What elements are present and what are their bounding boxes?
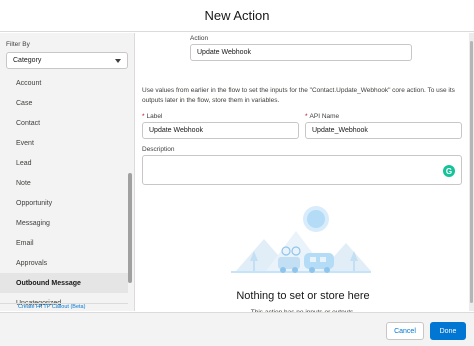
empty-state-title: Nothing to set or store here xyxy=(236,290,370,302)
action-config-panel: Action Update Webhook Use values from ea… xyxy=(136,33,470,316)
api-name-field-label-text: API Name xyxy=(309,113,340,120)
camper-icon xyxy=(304,253,334,269)
left-scrollbar[interactable] xyxy=(128,173,132,283)
car-icon xyxy=(278,257,300,269)
chevron-down-icon xyxy=(115,59,121,63)
filter-panel: Filter By Category Account Case Contact … xyxy=(0,33,135,311)
required-mark: * xyxy=(142,113,145,120)
category-select-value: Category xyxy=(13,57,42,64)
api-name-input-value: Update_Webhook xyxy=(312,127,368,134)
label-input[interactable]: Update Webhook xyxy=(142,122,299,139)
right-scrollbar[interactable] xyxy=(469,33,474,311)
category-item-note[interactable]: Note xyxy=(0,173,128,193)
action-input-value: Update Webhook xyxy=(197,49,251,56)
required-mark: * xyxy=(305,113,308,120)
api-name-input[interactable]: Update_Webhook xyxy=(305,122,462,139)
category-select[interactable]: Category xyxy=(6,52,128,69)
api-name-field-label: * API Name xyxy=(305,113,339,120)
label-field-label-text: Label xyxy=(146,113,163,120)
action-description-text: Use values from earlier in the flow to s… xyxy=(142,87,455,104)
category-list: Account Case Contact Event Lead Note Opp… xyxy=(0,73,128,311)
action-label: Action xyxy=(190,35,209,42)
done-button[interactable]: Done xyxy=(430,322,466,340)
category-item-account[interactable]: Account xyxy=(0,73,128,93)
filter-by-label: Filter By xyxy=(6,41,30,48)
label-field-label: * Label xyxy=(142,113,162,120)
grammarly-icon[interactable]: G xyxy=(443,165,455,177)
modal-title: New Action xyxy=(204,8,270,23)
empty-state-illustration xyxy=(231,206,371,273)
category-item-case[interactable]: Case xyxy=(0,93,128,113)
label-input-value: Update Webhook xyxy=(149,127,203,134)
right-scrollbar-thumb[interactable] xyxy=(470,41,473,303)
category-item-messaging[interactable]: Messaging xyxy=(0,213,128,233)
category-item-lead[interactable]: Lead xyxy=(0,153,128,173)
cancel-button[interactable]: Cancel xyxy=(386,322,424,340)
category-item-opportunity[interactable]: Opportunity xyxy=(0,193,128,213)
create-http-callout-link[interactable]: Create HTTP Callout (Beta) xyxy=(18,304,85,310)
modal-header: New Action xyxy=(0,0,474,32)
category-item-contact[interactable]: Contact xyxy=(0,113,128,133)
left-bottom-bar: Create HTTP Callout (Beta) xyxy=(0,303,128,311)
category-item-email[interactable]: Email xyxy=(0,233,128,253)
description-field-label: Description xyxy=(142,146,175,153)
category-item-approvals[interactable]: Approvals xyxy=(0,253,128,273)
action-input[interactable]: Update Webhook xyxy=(190,44,412,61)
description-textarea[interactable]: G xyxy=(142,155,462,185)
modal-footer: Cancel Done xyxy=(0,312,474,346)
category-item-outbound-message[interactable]: Outbound Message xyxy=(0,273,128,293)
category-item-event[interactable]: Event xyxy=(0,133,128,153)
